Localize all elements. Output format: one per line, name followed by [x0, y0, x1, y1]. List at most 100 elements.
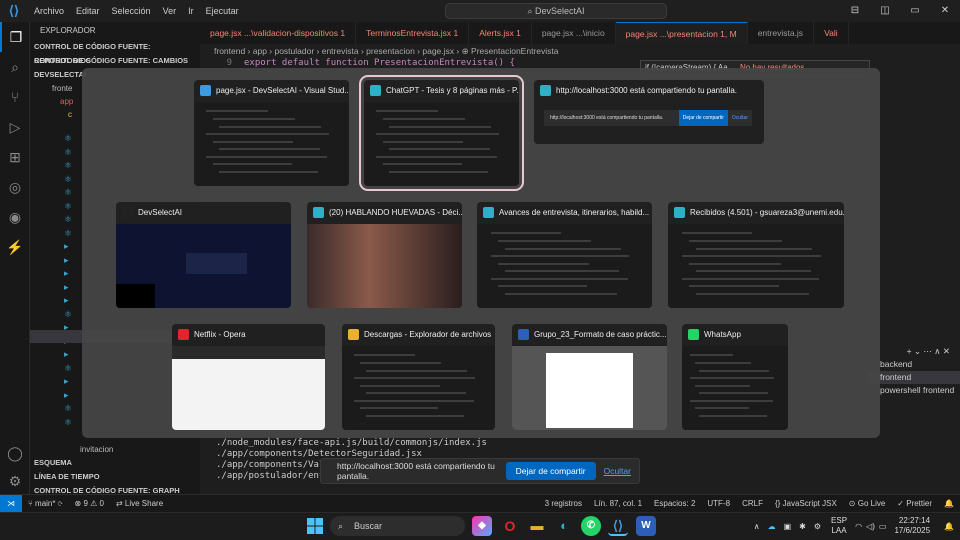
task-window-11[interactable]: WhatsApp: [682, 324, 788, 430]
thumb-line: [698, 392, 768, 395]
explorer-icon[interactable]: ❐: [0, 22, 30, 52]
language-indicator[interactable]: ESP LAA: [831, 516, 847, 536]
minimize-button[interactable]: ◫: [870, 0, 900, 22]
terminal-item-frontend[interactable]: frontend: [868, 371, 960, 384]
vscode-icon: [200, 85, 211, 96]
task-window-10[interactable]: Grupo_23_Formato de caso práctic...: [512, 324, 667, 430]
thumb-share-text: http://localhost:3000 está compartiendo …: [550, 115, 664, 121]
settings-gear-icon[interactable]: ⚙: [0, 466, 30, 496]
bluetooth-icon[interactable]: ✱: [799, 522, 806, 531]
search-icon[interactable]: ⌕: [0, 52, 30, 82]
cursor-position[interactable]: Lín. 87, col. 1: [588, 495, 648, 512]
tray-app-icon[interactable]: ▣: [784, 522, 792, 531]
whatsapp-icon[interactable]: ✆: [581, 516, 601, 536]
opera-icon[interactable]: O: [500, 516, 520, 536]
extensions-icon[interactable]: ⊞: [0, 142, 30, 172]
registros-indicator[interactable]: 3 registros: [539, 495, 588, 512]
section-outline[interactable]: ESQUEMA: [30, 456, 200, 470]
task-window-thumbnail: [116, 224, 291, 308]
thumb-line: [388, 125, 492, 128]
tray-chevron-icon[interactable]: ∧: [754, 522, 760, 531]
eol[interactable]: CRLF: [736, 495, 769, 512]
stop-sharing-button[interactable]: Dejar de compartir: [505, 462, 596, 480]
thumb-line: [366, 414, 465, 417]
source-control-icon[interactable]: ⑂: [0, 82, 30, 112]
thumb-line: [694, 407, 749, 410]
volume-icon[interactable]: ◁): [866, 522, 875, 531]
task-window-1[interactable]: page.jsx - DevSelectAI - Visual Stud...: [194, 80, 349, 186]
remote-icon[interactable]: ◎: [0, 172, 30, 202]
prettier-indicator[interactable]: ✓ Prettier: [891, 495, 938, 512]
clock[interactable]: 22:27:14 17/6/2025: [894, 516, 930, 536]
tab-vali[interactable]: Vali: [814, 22, 849, 44]
task-window-6[interactable]: Avances de entrevista, itinerarios, habi…: [477, 202, 652, 308]
terminal-actions[interactable]: + ⌄ ⋯ ∧ ✕: [868, 345, 960, 358]
maximize-button[interactable]: ▭: [900, 0, 930, 22]
menu-ejecutar[interactable]: Ejecutar: [200, 6, 245, 16]
tab-terminos[interactable]: TerminosEntrevista.jsx 1: [356, 22, 470, 44]
thumb-line: [682, 232, 753, 235]
task-window-title: WhatsApp: [682, 324, 788, 346]
encoding[interactable]: UTF-8: [701, 495, 736, 512]
tab-alerts[interactable]: Alerts.jsx 1: [469, 22, 532, 44]
tab-page-inicio[interactable]: page.jsx ...\inicio: [532, 22, 616, 44]
indentation[interactable]: Espacios: 2: [648, 495, 701, 512]
layout-icon[interactable]: ⊟: [840, 0, 870, 22]
tree-item-invitacion[interactable]: invitacion: [30, 443, 200, 456]
task-window-5[interactable]: (20) HABLANDO HUEVADAS - Déci...: [307, 202, 462, 308]
task-window-2[interactable]: ChatGPT - Tesis y 8 páginas más - P...: [359, 75, 524, 191]
tab-page-validacion[interactable]: page.jsx ...\validacion-dispositivos 1: [200, 22, 357, 44]
task-window-9[interactable]: Descargas - Explorador de archivos: [342, 324, 495, 430]
taskbar-search[interactable]: ⌕ Buscar: [330, 516, 465, 536]
github-icon[interactable]: ◉: [0, 202, 30, 232]
vscode-taskbar-icon[interactable]: ⟨⟩: [608, 516, 628, 536]
file-explorer-icon[interactable]: ▬: [527, 516, 547, 536]
thumb-line: [212, 163, 292, 166]
windows-start-icon[interactable]: [305, 516, 325, 536]
battery-icon[interactable]: ▭: [879, 522, 887, 531]
language-mode[interactable]: {} JavaScript JSX: [769, 495, 843, 512]
edge-icon: [540, 85, 551, 96]
tray-settings-icon[interactable]: ⚙: [814, 522, 821, 531]
run-debug-icon[interactable]: ▷: [0, 112, 30, 142]
thumb-line: [366, 392, 466, 395]
task-window-title: http://localhost:3000 está compartiendo …: [534, 80, 764, 102]
section-timeline[interactable]: LÍNEA DE TIEMPO: [30, 470, 200, 484]
menu-ver[interactable]: Ver: [157, 6, 183, 16]
menu-editar[interactable]: Editar: [70, 6, 106, 16]
terminal-item-powershell[interactable]: powershell frontend: [868, 384, 960, 397]
task-window-3[interactable]: http://localhost:3000 está compartiendo …: [534, 80, 764, 144]
command-center[interactable]: ⌕ DevSelectAI: [445, 3, 667, 19]
menu-seleccion[interactable]: Selección: [106, 6, 157, 16]
word-icon[interactable]: W: [636, 516, 656, 536]
language-label: JavaScript JSX: [782, 499, 837, 508]
notifications-bell-icon[interactable]: 🔔: [938, 495, 960, 512]
live-share-indicator[interactable]: ⇄ Live Share: [110, 495, 169, 512]
branch-indicator[interactable]: ⑂ main* ⟳: [22, 495, 69, 512]
menu-archivo[interactable]: Archivo: [28, 6, 70, 16]
section-repos[interactable]: CONTROL DE CÓDIGO FUENTE: REPOSITORIOS: [30, 40, 200, 65]
task-window-8[interactable]: Netflix - Opera: [172, 324, 325, 430]
edge-icon[interactable]: ◐: [554, 516, 574, 536]
thumb-line: [218, 148, 320, 151]
copilot-icon[interactable]: ◆: [472, 516, 492, 536]
breadcrumb[interactable]: frontend › app › postulador › entrevista…: [200, 44, 960, 58]
account-icon[interactable]: ◯: [0, 438, 30, 468]
close-button[interactable]: ✕: [930, 0, 960, 22]
onedrive-icon[interactable]: ☁: [768, 522, 776, 531]
menu-ir[interactable]: Ir: [182, 6, 200, 16]
hide-share-link[interactable]: Ocultar: [604, 466, 631, 476]
live-share-icon[interactable]: ⚡: [0, 232, 30, 262]
problems-indicator[interactable]: ⊗ 9 ⚠ 0: [69, 495, 110, 512]
tab-entrevista[interactable]: entrevista.js: [748, 22, 815, 44]
go-live-button[interactable]: ⊙ Go Live: [843, 495, 892, 512]
section-changes[interactable]: CONTROL DE CÓDIGO FUENTE: CAMBIOS: [30, 54, 200, 68]
task-window-7[interactable]: Recibidos (4.501) - gsuareza3@unemi.edu.…: [668, 202, 844, 308]
wifi-icon[interactable]: ◠: [855, 522, 862, 531]
notification-bell-icon[interactable]: 🔔: [944, 522, 954, 531]
remote-indicator-icon[interactable]: ⋊: [0, 495, 22, 512]
activity-bar: ❐ ⌕ ⑂ ▷ ⊞ ◎ ◉ ⚡ ◯ ⚙: [0, 22, 30, 494]
task-window-4[interactable]: DevSelectAI: [116, 202, 291, 308]
terminal-item-backend[interactable]: backend: [868, 358, 960, 371]
tab-page-presentacion[interactable]: page.jsx ...\presentacion 1, M: [615, 22, 748, 44]
